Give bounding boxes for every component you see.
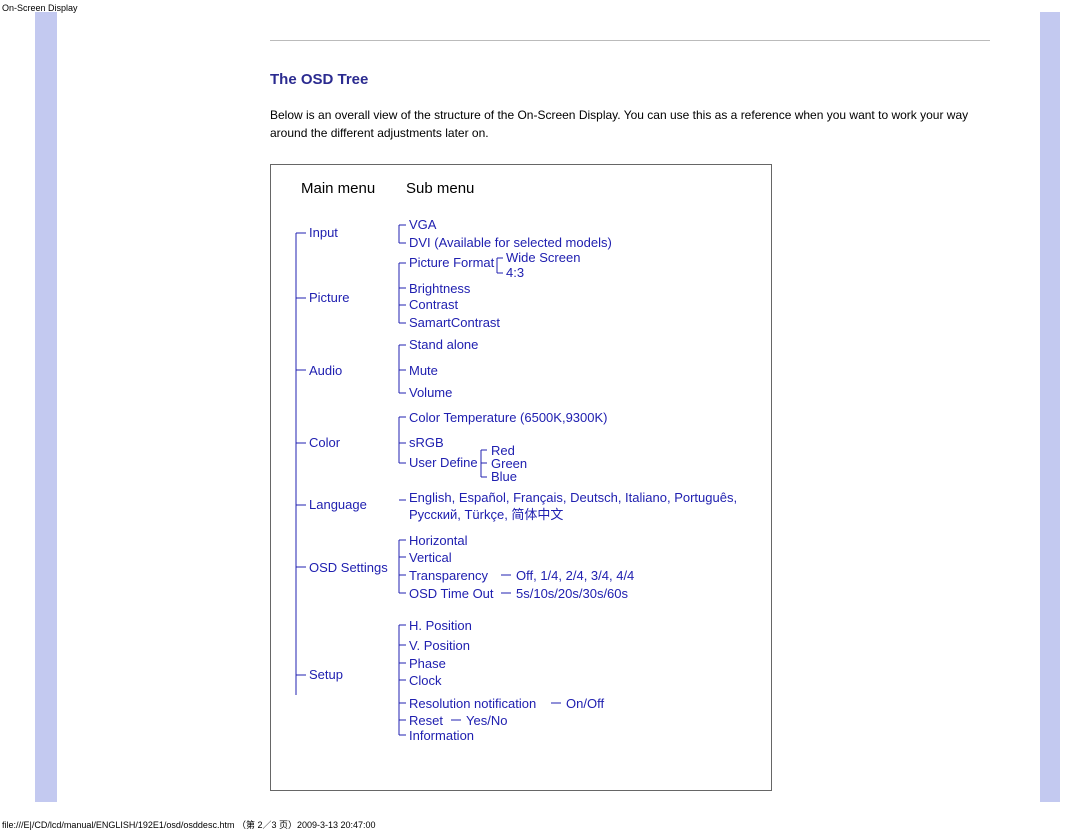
input-dvi: DVI (Available for selected models) <box>409 235 612 250</box>
color-temp: Color Temperature (6500K,9300K) <box>409 410 608 425</box>
pf-43: 4:3 <box>506 265 524 280</box>
osd-tree-diagram: Main menu Sub menu <box>270 164 772 791</box>
menu-language: Language <box>309 497 367 512</box>
audio-standalone: Stand alone <box>409 337 478 352</box>
left-margin-band <box>35 12 57 802</box>
osd-timeout-opts: 5s/10s/20s/30s/60s <box>516 586 628 601</box>
menu-input: Input <box>309 225 338 240</box>
color-srgb: sRGB <box>409 435 444 450</box>
setup-clock: Clock <box>409 673 442 688</box>
picture-contrast: Contrast <box>409 297 458 312</box>
setup-hpos: H. Position <box>409 618 472 633</box>
audio-volume: Volume <box>409 385 452 400</box>
setup-res-opt: On/Off <box>566 696 604 711</box>
picture-smart: SamartContrast <box>409 315 500 330</box>
osd-horizontal: Horizontal <box>409 533 468 548</box>
osd-transparency: Transparency <box>409 568 488 583</box>
menu-audio: Audio <box>309 363 342 378</box>
picture-format: Picture Format <box>409 255 494 270</box>
setup-vpos: V. Position <box>409 638 470 653</box>
color-user: User Define <box>409 455 478 470</box>
setup-info: Information <box>409 728 474 743</box>
setup-phase: Phase <box>409 656 446 671</box>
setup-res: Resolution notification <box>409 696 536 711</box>
osd-vertical: Vertical <box>409 550 452 565</box>
ud-blue: Blue <box>491 469 517 484</box>
setup-reset: Reset <box>409 713 443 728</box>
osd-timeout: OSD Time Out <box>409 586 494 601</box>
horizontal-rule <box>270 40 990 41</box>
picture-bright: Brightness <box>409 281 470 296</box>
menu-osd: OSD Settings <box>309 560 388 575</box>
language-list: English, Español, Français, Deutsch, Ita… <box>409 490 749 524</box>
page-footer-path: file:///E|/CD/lcd/manual/ENGLISH/192E1/o… <box>2 818 376 831</box>
menu-color: Color <box>309 435 340 450</box>
section-heading: The OSD Tree <box>270 71 990 88</box>
menu-setup: Setup <box>309 667 343 682</box>
osd-transp-opts: Off, 1/4, 2/4, 3/4, 4/4 <box>516 568 634 583</box>
setup-reset-opt: Yes/No <box>466 713 507 728</box>
menu-picture: Picture <box>309 290 349 305</box>
input-vga: VGA <box>409 217 436 232</box>
audio-mute: Mute <box>409 363 438 378</box>
section-intro: Below is an overall view of the structur… <box>270 106 990 142</box>
right-margin-band <box>1040 12 1060 802</box>
pf-wide: Wide Screen <box>506 250 580 265</box>
